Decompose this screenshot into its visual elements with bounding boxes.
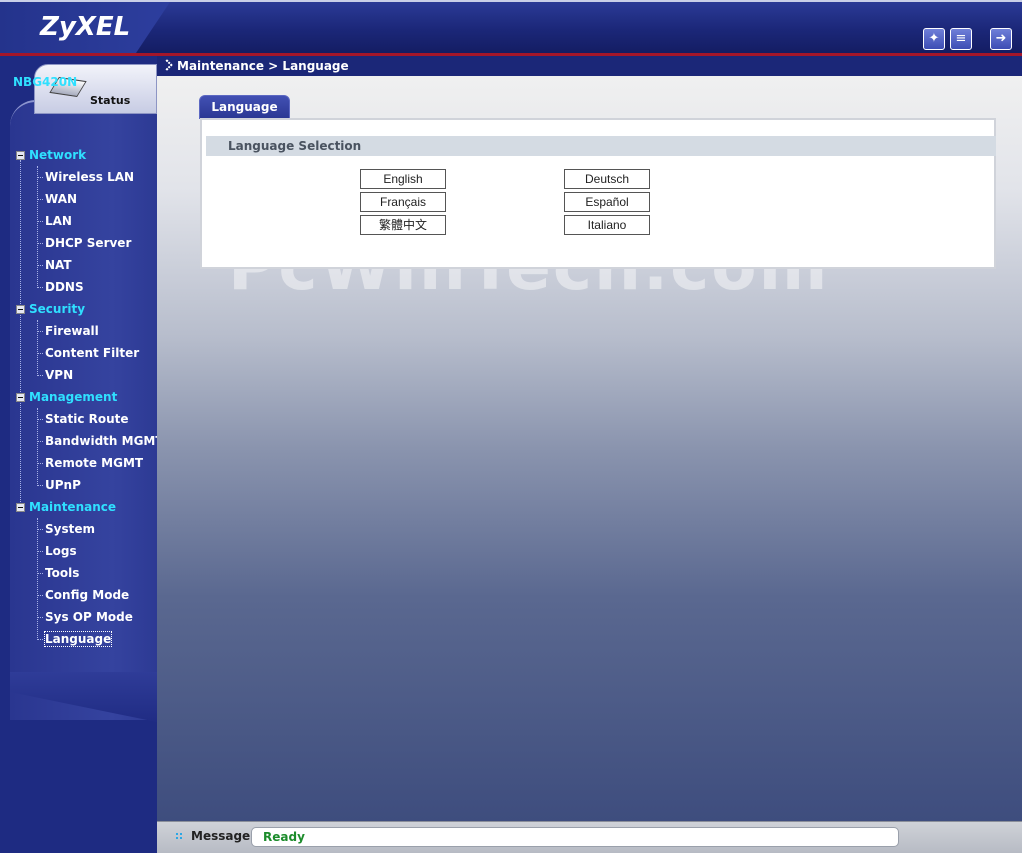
- message-label: Message: [191, 829, 251, 843]
- sidebar-section-management[interactable]: Management: [16, 390, 117, 404]
- top-header: ZyXEL ✦ ≡ ➜: [0, 0, 1022, 56]
- collapse-icon[interactable]: [16, 304, 25, 314]
- status-tab[interactable]: Status: [34, 64, 157, 114]
- message-dots-icon: [175, 832, 183, 840]
- traditional-chinese-button[interactable]: 繁體中文: [360, 215, 446, 235]
- espanol-button[interactable]: Español: [564, 192, 650, 212]
- breadcrumb: Maintenance > Language: [157, 56, 1022, 76]
- sidebar-item-system[interactable]: System: [37, 522, 95, 536]
- zyxel-logo: ZyXEL: [40, 12, 131, 42]
- sidebar-item-firewall[interactable]: Firewall: [37, 324, 99, 338]
- tab-language[interactable]: Language: [199, 95, 290, 119]
- francais-button[interactable]: Français: [360, 192, 446, 212]
- tree-line: [37, 320, 38, 376]
- logout-icon[interactable]: ➜: [990, 28, 1012, 50]
- tree-line: [37, 518, 38, 640]
- sidebar-item-sys-op-mode[interactable]: Sys OP Mode: [37, 610, 133, 624]
- sidebar-item-tools[interactable]: Tools: [36, 566, 79, 580]
- sidebar-section-security[interactable]: Security: [16, 302, 85, 316]
- section-label: Security: [29, 302, 86, 316]
- status-label: Status: [90, 94, 131, 107]
- english-button[interactable]: English: [360, 169, 446, 189]
- sidebar-item-bandwidth-mgmt[interactable]: Bandwidth MGMT: [37, 434, 164, 448]
- device-name[interactable]: NBG420N: [13, 75, 77, 89]
- breadcrumb-text: Maintenance > Language: [177, 59, 349, 73]
- section-label: Maintenance: [29, 500, 117, 514]
- sidebar-item-wireless-lan[interactable]: Wireless LAN: [36, 170, 134, 184]
- tree-line: [20, 160, 21, 512]
- deutsch-button[interactable]: Deutsch: [564, 169, 650, 189]
- sidebar-item-nat[interactable]: NAT: [37, 258, 72, 272]
- message-field: Ready: [251, 827, 899, 847]
- sidebar-item-upnp[interactable]: UPnP: [37, 478, 81, 492]
- sidebar-item-static-route[interactable]: Static Route: [37, 412, 129, 426]
- sidebar-item-vpn[interactable]: VPN: [36, 368, 73, 382]
- help-icon[interactable]: ≡: [950, 28, 972, 50]
- sidebar-section-network[interactable]: Network: [16, 148, 86, 162]
- section-label: Management: [29, 390, 118, 404]
- sidebar-item-lan[interactable]: LAN: [37, 214, 72, 228]
- sidebar-item-ddns[interactable]: DDNS: [37, 280, 84, 294]
- collapse-icon[interactable]: [16, 392, 25, 402]
- wizard-icon[interactable]: ✦: [923, 28, 945, 50]
- language-panel: Language Selection English Deutsch Franç…: [200, 118, 996, 269]
- sidebar-section-maintenance[interactable]: Maintenance: [16, 500, 116, 514]
- tree-line: [37, 166, 38, 288]
- section-label: Network: [29, 148, 87, 162]
- italiano-button[interactable]: Italiano: [564, 215, 650, 235]
- section-title: Language Selection: [206, 136, 996, 156]
- sidebar-item-language[interactable]: Language: [36, 631, 113, 647]
- message-bar: Message Ready: [157, 821, 1022, 853]
- sidebar-item-wan[interactable]: WAN: [36, 192, 77, 206]
- sidebar-item-content-filter[interactable]: Content Filter: [36, 346, 139, 360]
- collapse-icon[interactable]: [16, 502, 25, 512]
- sidebar-item-remote-mgmt[interactable]: Remote MGMT: [36, 456, 143, 470]
- nav-panel: [10, 100, 157, 720]
- sidebar-item-config-mode[interactable]: Config Mode: [36, 588, 129, 602]
- sidebar-item-dhcp-server[interactable]: DHCP Server: [36, 236, 131, 250]
- sidebar-item-logs[interactable]: Logs: [37, 544, 77, 558]
- breadcrumb-arrow-icon: [161, 59, 173, 71]
- collapse-icon[interactable]: [16, 150, 25, 160]
